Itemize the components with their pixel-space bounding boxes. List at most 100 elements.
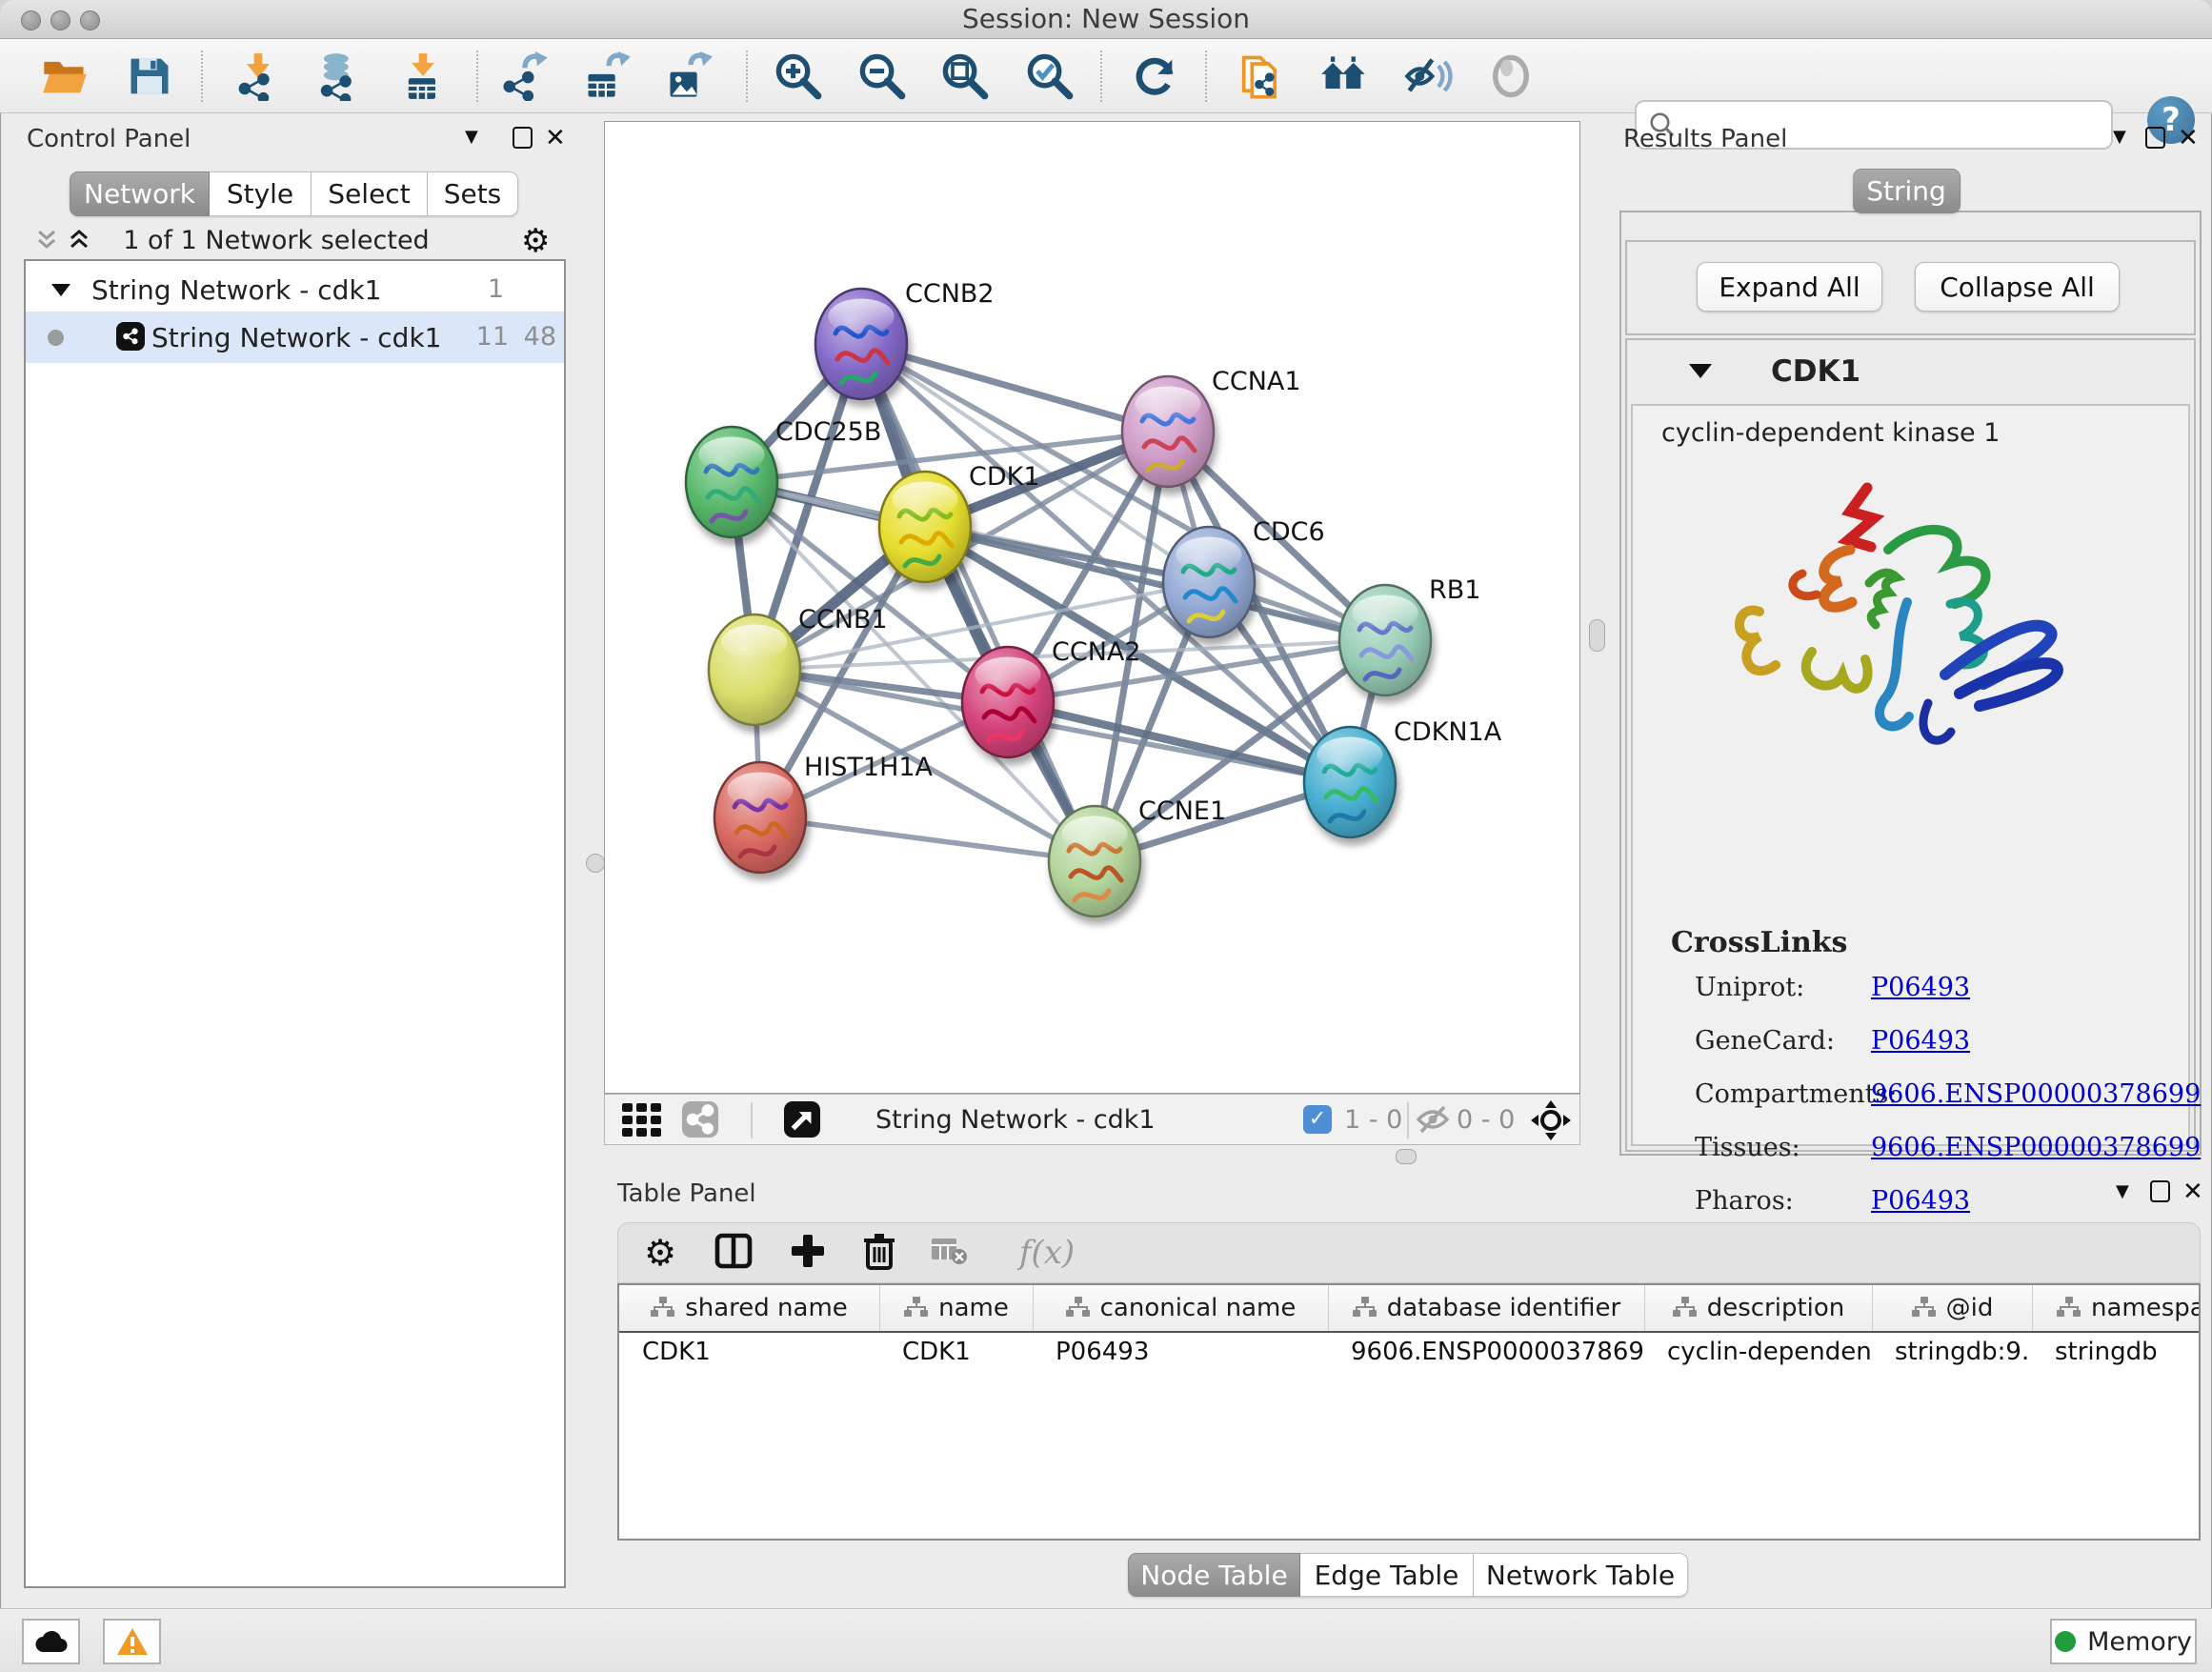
cell-namespace[interactable]: stringdb <box>2032 1331 2201 1373</box>
column-header-canonical-name[interactable]: canonical name <box>1033 1285 1328 1331</box>
cell-shared-name[interactable]: CDK1 <box>619 1331 879 1373</box>
column-header-name[interactable]: name <box>879 1285 1033 1331</box>
open-in-window-icon[interactable] <box>784 1101 820 1138</box>
close-panel-icon[interactable]: ✕ <box>545 124 566 152</box>
tab-node-table[interactable]: Node Table <box>1128 1553 1300 1597</box>
crosslink-compartments-link[interactable]: 9606.ENSP00000378699 <box>1871 1079 2201 1109</box>
crosslink-tissues-link[interactable]: 9606.ENSP00000378699 <box>1871 1133 2201 1162</box>
collapse-all-button[interactable]: Collapse All <box>1915 262 2120 312</box>
refresh-icon[interactable] <box>1131 51 1180 101</box>
delete-column-trash-icon[interactable] <box>862 1232 896 1274</box>
zoom-out-icon[interactable] <box>857 51 907 101</box>
hide-selected-eye-icon[interactable] <box>1403 51 1453 101</box>
grid-view-icon[interactable] <box>622 1103 663 1141</box>
right-splitter-handle[interactable] <box>1589 619 1605 652</box>
column-header-database-identifier[interactable]: database identifier <box>1328 1285 1644 1331</box>
restore-panel-icon[interactable] <box>2145 127 2165 149</box>
cell-canonical-name[interactable]: P06493 <box>1033 1331 1328 1373</box>
column-header-description[interactable]: description <box>1644 1285 1872 1331</box>
tab-network[interactable]: Network <box>70 171 210 216</box>
bottom-splitter-handle[interactable] <box>1396 1149 1417 1164</box>
left-splitter-handle[interactable] <box>586 854 605 873</box>
float-panel-icon[interactable]: ▼ <box>465 127 478 147</box>
toolbar-separator <box>1100 50 1102 102</box>
section-collapse-icon[interactable] <box>1688 361 1713 384</box>
save-session-icon[interactable] <box>125 51 174 101</box>
export-table-icon[interactable] <box>582 51 632 101</box>
clone-network-icon[interactable] <box>1236 51 1285 101</box>
network-collection-row[interactable]: String Network - cdk1 1 <box>26 266 564 315</box>
expand-all-networks-icon[interactable] <box>69 229 90 255</box>
show-hidden-eye-icon[interactable] <box>1486 51 1536 101</box>
export-image-icon[interactable] <box>664 51 714 101</box>
network-options-gear-icon[interactable]: ⚙ <box>521 222 550 260</box>
network-overview-icon[interactable] <box>682 1101 718 1138</box>
restore-panel-icon[interactable] <box>513 127 533 149</box>
network-edge-HIST1H1A-CCNE1[interactable] <box>760 817 1095 861</box>
network-node-count: 11 <box>452 322 509 352</box>
warnings-button[interactable] <box>103 1619 161 1664</box>
cloud-status-button[interactable] <box>22 1619 80 1664</box>
collapse-all-networks-icon[interactable] <box>36 229 57 255</box>
delete-table-icon[interactable] <box>930 1235 968 1271</box>
zoom-selected-icon[interactable] <box>1025 51 1075 101</box>
fit-selected-crosshair-icon[interactable] <box>1531 1100 1571 1144</box>
tab-sets[interactable]: Sets <box>428 171 518 216</box>
show-columns-icon[interactable] <box>714 1232 753 1274</box>
column-header-namespace[interactable]: namespace <box>2032 1285 2201 1331</box>
collection-expand-icon[interactable] <box>50 281 71 302</box>
memory-button[interactable]: Memory <box>2050 1619 2197 1664</box>
table-toolbar: ⚙ f(x) <box>617 1222 2201 1283</box>
tab-edge-table[interactable]: Edge Table <box>1300 1553 1474 1597</box>
network-node-HIST1H1A[interactable]: HIST1H1A <box>714 753 934 873</box>
export-network-icon[interactable] <box>500 51 550 101</box>
float-panel-icon[interactable]: ▼ <box>2116 1181 2129 1201</box>
network-node-CCNE1[interactable]: CCNE1 <box>1049 796 1226 917</box>
cell-database-identifier[interactable]: 9606.ENSP00000378699 <box>1328 1331 1644 1373</box>
node-table: shared namenamecanonical namedatabase id… <box>617 1283 2201 1541</box>
netbar-separator <box>1407 1102 1409 1138</box>
network-row-selected[interactable]: String Network - cdk1 11 48 <box>26 312 564 363</box>
table-row[interactable]: CDK1CDK1P064939606.ENSP00000378699cyclin… <box>619 1331 2201 1373</box>
function-builder-icon[interactable]: f(x) <box>1019 1234 1075 1272</box>
table-options-gear-icon[interactable]: ⚙ <box>644 1232 676 1274</box>
gene-description: cyclin-dependent kinase 1 <box>1661 418 2000 448</box>
cell-description[interactable]: cyclin-dependent ... <box>1644 1331 1872 1373</box>
tab-string[interactable]: String <box>1853 169 1961 213</box>
zoom-in-icon[interactable] <box>774 51 823 101</box>
column-header-at-id[interactable]: @id <box>1872 1285 2032 1331</box>
table-tabs: Node TableEdge TableNetwork Table <box>1128 1553 1688 1597</box>
create-column-plus-icon[interactable] <box>790 1233 826 1273</box>
close-panel-icon[interactable]: ✕ <box>2178 124 2199 152</box>
tab-select[interactable]: Select <box>312 171 428 216</box>
float-panel-icon[interactable]: ▼ <box>2113 127 2126 147</box>
crosslink-uniprot-link[interactable]: P06493 <box>1871 973 1970 1002</box>
tab-style[interactable]: Style <box>210 171 312 216</box>
column-header-shared-name[interactable]: shared name <box>619 1285 879 1331</box>
import-network-from-database-icon[interactable] <box>313 51 363 101</box>
show-all-home-icon[interactable] <box>1319 51 1369 101</box>
close-panel-icon[interactable]: ✕ <box>2182 1178 2203 1206</box>
network-canvas[interactable]: CCNB2CCNA1CDC25BCDK1CDC6RB1CCNB1CCNA2CDK… <box>604 121 1580 1094</box>
column-label: namespace <box>2091 1294 2201 1322</box>
open-session-icon[interactable] <box>40 51 90 101</box>
network-node-CDKN1A[interactable]: CDKN1A <box>1304 717 1502 837</box>
network-graph[interactable]: CCNB2CCNA1CDC25BCDK1CDC6RB1CCNB1CCNA2CDK… <box>605 122 1579 1093</box>
import-network-from-file-icon[interactable] <box>233 51 283 101</box>
hidden-eye-icon[interactable] <box>1415 1103 1451 1139</box>
netbar-separator <box>751 1102 753 1138</box>
selected-checkbox-icon[interactable]: ✓ <box>1303 1105 1332 1134</box>
expand-all-button[interactable]: Expand All <box>1697 262 1882 312</box>
memory-ok-icon <box>2055 1631 2076 1652</box>
import-table-from-file-icon[interactable] <box>398 51 448 101</box>
cell-at-id[interactable]: stringdb:9... <box>1872 1331 2032 1373</box>
results-panel: Results Panel ▼ ✕ String Expand All Coll… <box>1610 121 2212 1158</box>
network-node-CCNA1[interactable]: CCNA1 <box>1122 367 1301 487</box>
restore-panel-icon[interactable] <box>2150 1180 2170 1202</box>
crosslink-label: Tissues: <box>1695 1133 1800 1162</box>
cell-name[interactable]: CDK1 <box>879 1331 1033 1373</box>
tab-network-table[interactable]: Network Table <box>1474 1553 1688 1597</box>
crosslink-genecard-link[interactable]: P06493 <box>1871 1026 1970 1056</box>
zoom-fit-content-icon[interactable] <box>940 51 990 101</box>
network-node-RB1[interactable]: RB1 <box>1339 575 1480 695</box>
